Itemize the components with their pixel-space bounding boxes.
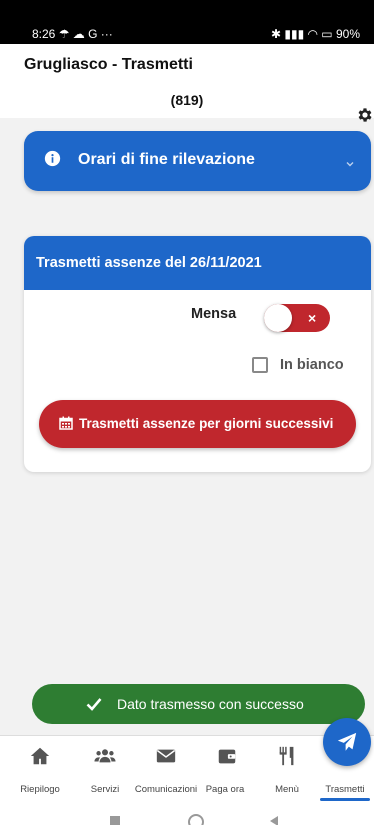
in-bianco-checkbox[interactable]: [252, 357, 268, 373]
status-bar-time: 8:26 ☂ ☁ G ···: [32, 27, 113, 41]
users-icon: [94, 749, 116, 763]
fine-rilevazione-panel[interactable]: Orari di fine rilevazione: [24, 131, 371, 191]
card-title: Trasmetti assenze del 26/11/2021: [36, 255, 262, 271]
recents-icon[interactable]: [110, 816, 120, 825]
mensa-label: Mensa: [191, 306, 237, 322]
nav-item-riepilogo[interactable]: Riepilogo: [14, 736, 66, 803]
calendar-icon: [59, 416, 73, 430]
page-subtitle: (819): [170, 92, 204, 108]
send-icon: [337, 732, 357, 751]
gear-icon[interactable]: [356, 106, 374, 124]
nav-label: Riepilogo: [20, 784, 60, 795]
nav-label: Trasmetti: [325, 784, 365, 795]
toast-message: Dato trasmesso con successo: [117, 696, 304, 712]
trasmetti-giorni-successivi-button[interactable]: Trasmetti assenze per giorni successivi: [39, 400, 356, 448]
nav-item-servizi[interactable]: Servizi: [80, 736, 130, 803]
nav-item-comunicazioni[interactable]: Comunicazioni: [132, 736, 200, 803]
status-bar: 8:26 ☂ ☁ G ··· ✱ ▮▮▮ ◠ ▭ 90%: [0, 0, 374, 44]
wallet-icon: [218, 749, 236, 764]
info-icon: [44, 150, 61, 167]
home-button-icon[interactable]: [188, 814, 204, 825]
in-bianco-label: In bianco: [280, 357, 344, 373]
nav-label: Servizi: [90, 784, 120, 795]
utensils-icon: [279, 746, 294, 766]
card-header: Trasmetti assenze del 26/11/2021: [24, 236, 371, 290]
bottom-nav: Riepilogo Servizi Comunicazioni Paga ora…: [0, 735, 374, 802]
close-icon: ×: [308, 310, 317, 326]
send-button[interactable]: [323, 718, 371, 766]
chevron-down-icon: [345, 156, 355, 167]
nav-label: Comunicazioni: [134, 784, 198, 795]
back-icon[interactable]: [270, 816, 278, 825]
home-icon: [30, 747, 50, 765]
app-header: Grugliasco - Trasmetti (819): [0, 44, 374, 122]
panel-label: Orari di fine rilevazione: [78, 151, 255, 168]
toggle-knob: [264, 304, 292, 332]
nav-item-menu[interactable]: Menù: [262, 736, 312, 803]
assenze-card: Trasmetti assenze del 26/11/2021 Mensa ×…: [24, 236, 371, 472]
success-toast: Dato trasmesso con successo: [32, 684, 365, 724]
nav-label: Paga ora: [205, 784, 245, 795]
mail-icon: [156, 749, 176, 763]
check-icon: [86, 697, 102, 711]
action-button-label: Trasmetti assenze per giorni successivi: [79, 416, 334, 431]
system-nav-bar: [0, 802, 374, 825]
active-tab-indicator: [320, 798, 370, 801]
mensa-toggle[interactable]: ×: [264, 304, 330, 332]
nav-item-paga-ora[interactable]: Paga ora: [202, 736, 248, 803]
page-title: Grugliasco - Trasmetti: [24, 56, 193, 73]
nav-label: Menù: [275, 784, 299, 795]
status-bar-indicators: ✱ ▮▮▮ ◠ ▭ 90%: [270, 27, 360, 41]
